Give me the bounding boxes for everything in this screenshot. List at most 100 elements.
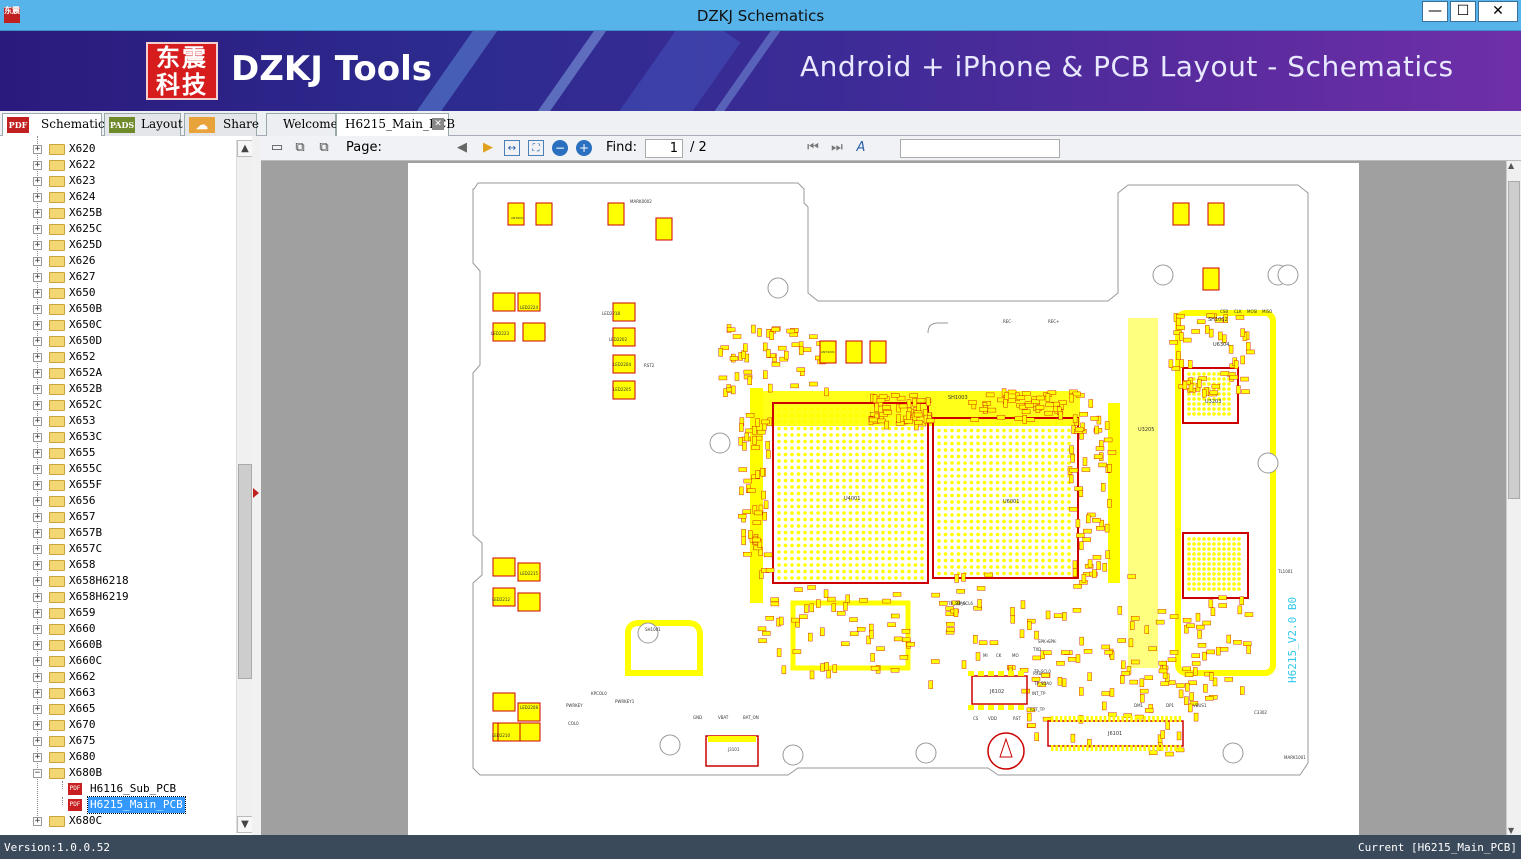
pcb-component-label[interactable]: U6304 [1213,342,1229,348]
expand-toggle-icon[interactable]: + [33,257,42,266]
tree-folder-item[interactable]: + X653C [0,429,236,445]
tab-welcome[interactable]: Welcome [266,113,338,136]
tree-folder-item[interactable]: + X658H6219 [0,589,236,605]
highlight-text-icon[interactable]: A [853,140,869,156]
pcb-component-label[interactable]: LED2210 [492,733,510,738]
expand-toggle-icon[interactable]: + [33,737,42,746]
copy-icon[interactable]: ⧉ [292,140,308,156]
expand-toggle-icon[interactable]: + [33,481,42,490]
pcb-component-label[interactable]: MI [983,653,988,658]
expand-toggle-icon[interactable]: + [33,449,42,458]
pcb-component-label[interactable]: RST_TP [1030,707,1045,712]
expand-toggle-icon[interactable]: + [33,545,42,554]
tree-folder-item[interactable]: + X680C [0,813,236,829]
tree-folder-item[interactable]: + X652C [0,397,236,413]
expand-toggle-icon[interactable]: + [33,145,42,154]
tree-folder-item[interactable]: + X655 [0,445,236,461]
expand-toggle-icon[interactable]: + [33,705,42,714]
pcb-component-label[interactable]: GND [693,715,702,720]
tree-folder-item[interactable]: + X670 [0,717,236,733]
viewer-scrollbar[interactable]: ▲ ▼ [1506,161,1521,835]
tree-folder-item[interactable]: + X623 [0,173,236,189]
scroll-up-icon[interactable]: ▲ [1508,161,1514,170]
pcb-component-label[interactable]: SPK- [1048,639,1057,644]
expand-toggle-icon[interactable]: + [33,529,42,538]
pcb-component-label[interactable]: ANT4001 [821,350,835,354]
pcb-component-label[interactable]: U4001 [844,496,860,502]
zoom-out-icon[interactable]: − [552,140,568,156]
scroll-down-icon[interactable]: ▼ [1508,826,1514,835]
expand-toggle-icon[interactable]: + [33,305,42,314]
tree-folder-item[interactable]: + X656 [0,493,236,509]
expand-toggle-icon[interactable]: + [33,817,42,826]
pcb-component-label[interactable]: LED2208 [520,705,538,710]
tree-folder-item[interactable]: + X624 [0,189,236,205]
expand-toggle-icon[interactable]: + [33,561,42,570]
pcb-component-label[interactable]: U3203 [1205,399,1221,405]
pcb-component-label[interactable]: SH1001 [645,627,661,632]
tree-folder-item[interactable]: + X650B [0,301,236,317]
pcb-component-label[interactable]: VBUS1 [1193,703,1207,708]
tab-h6215-main-pcb[interactable]: H6215_Main_PCB ✕ [336,113,455,136]
pcb-component-label[interactable]: BAT_ON [743,715,759,720]
minimize-button[interactable]: — [1422,1,1448,22]
expand-toggle-icon[interactable]: + [33,625,42,634]
tree-folder-item[interactable]: + X650C [0,317,236,333]
expand-toggle-icon[interactable]: + [33,353,42,362]
pcb-component-label[interactable]: MARK0002 [630,199,652,204]
pcb-component-label[interactable]: CSB [1220,309,1228,314]
pcb-component-label[interactable]: KPCOL0 [591,691,607,696]
tree-folder-item[interactable]: + X675 [0,733,236,749]
tree-folder-item[interactable]: + X660C [0,653,236,669]
tree-folder-item[interactable]: + X625C [0,221,236,237]
maximize-button[interactable]: ☐ [1450,1,1476,22]
expand-toggle-icon[interactable]: + [33,609,42,618]
expand-toggle-icon[interactable]: + [33,513,42,522]
expand-toggle-icon[interactable]: + [33,161,42,170]
pcb-component-label[interactable]: J3101 [727,747,740,752]
pcb-component-label[interactable]: MARK1001 [1284,755,1306,760]
expand-toggle-icon[interactable]: − [33,769,42,778]
pcb-component-label[interactable]: INT_TP [1032,691,1046,696]
pcb-component-label[interactable]: LED2223 [491,331,509,336]
pcb-component-label[interactable]: LED2202 [609,337,627,342]
expand-toggle-icon[interactable]: + [33,689,42,698]
tree-folder-item[interactable]: + X657 [0,509,236,525]
tree-folder-item[interactable]: + X652B [0,381,236,397]
scroll-up-icon[interactable]: ▲ [237,140,253,157]
pcb-component-label[interactable]: REC- [1003,319,1013,324]
tree-folder-item[interactable]: + X620 [0,141,236,157]
document-viewer[interactable]: U4001 U6001 SH1003 SH1002 U3203 U3205 U6304 J61… [261,161,1506,835]
pcb-component-label[interactable]: TL1001 [1277,569,1293,574]
pcb-component-label[interactable]: U3205 [1138,427,1154,433]
expand-toggle-icon[interactable]: + [33,753,42,762]
pcb-component-label[interactable]: CLK [1234,309,1242,314]
tree-folder-item[interactable]: + X658H6218 [0,573,236,589]
pcb-component-label[interactable]: LED2215 [520,571,538,576]
pcb-component-label[interactable]: SH1002 [1208,317,1228,323]
prev-page-icon[interactable]: ◀ [454,140,470,156]
expand-toggle-icon[interactable]: + [33,657,42,666]
tree-scroll-thumb[interactable] [238,464,252,679]
tree-folder-item[interactable]: + X627 [0,269,236,285]
tree-folder-item[interactable]: + X650 [0,285,236,301]
pcb-component-label[interactable]: MOSI [1247,309,1257,314]
find-next-icon[interactable]: ⏭ [829,140,845,156]
pcb-component-label[interactable]: PWRKEY [566,703,583,708]
bga-emmc[interactable] [932,417,1079,579]
expand-toggle-icon[interactable]: + [33,497,42,506]
panel-splitter[interactable] [252,136,261,835]
pcb-component-label[interactable]: C3302 [1254,710,1267,715]
expand-toggle-icon[interactable]: + [33,465,42,474]
find-input[interactable] [900,139,1060,158]
expand-toggle-icon[interactable]: + [33,433,42,442]
expand-toggle-icon[interactable]: + [33,401,42,410]
pcb-component-label[interactable]: MISO [1262,309,1272,314]
tree-folder-item[interactable]: + X625D [0,237,236,253]
expand-toggle-icon[interactable]: + [33,369,42,378]
tree-folder-item[interactable]: + X625B [0,205,236,221]
tree-folder-item[interactable]: + X652A [0,365,236,381]
pcb-component-label[interactable]: RST [1013,716,1021,721]
pcb-component-label[interactable]: LED2205 [613,387,631,392]
tab-share[interactable]: ☁ Share [184,113,259,136]
